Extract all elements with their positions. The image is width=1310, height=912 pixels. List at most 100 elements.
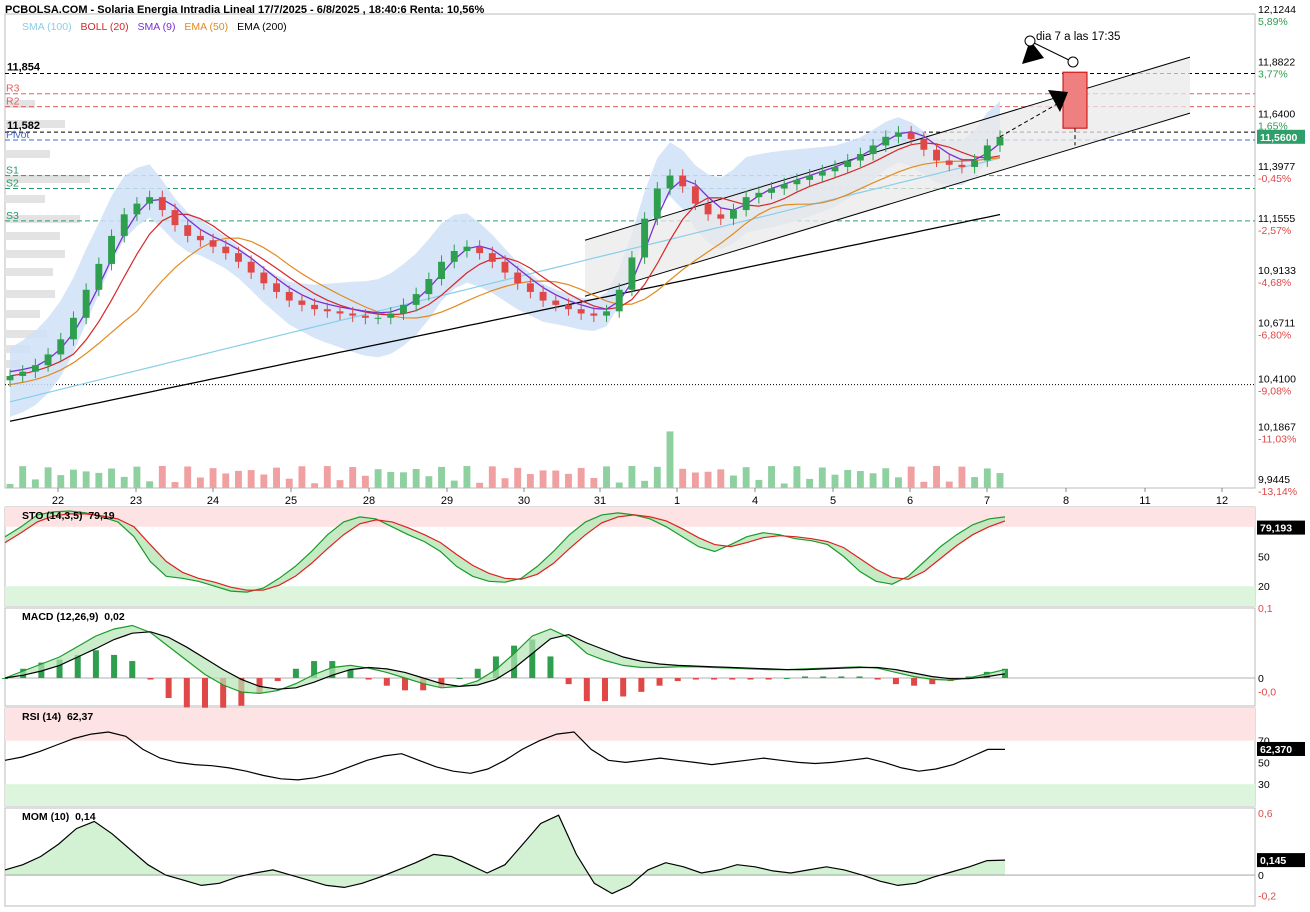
volume-bar [184,466,192,488]
y-tick-label: 10,9133 [1258,265,1296,277]
candle-body [425,279,433,295]
volume-bar [590,478,598,488]
x-tick-label: 28 [363,495,375,507]
candle-body [311,304,319,310]
panel-last-value: 0,145 [1260,855,1286,867]
macd-histogram-bar [456,678,463,679]
macd-histogram-bar [565,678,572,685]
volume-bar [615,482,623,488]
candle-body [768,188,775,193]
volume-bar [57,475,65,488]
volume-bar [730,475,737,488]
x-tick-label: 23 [130,495,142,507]
x-tick-label: 24 [207,495,219,507]
y-tick-label: 10,1867 [1258,422,1296,434]
volume-bar [450,480,458,488]
x-tick-label: 31 [594,495,606,507]
candle-body [730,210,737,219]
candle-body [856,154,864,161]
candle-body [95,263,103,290]
x-tick-label: 29 [441,495,453,507]
pct-tick-label: -2,57% [1258,225,1291,237]
mom-label: MOM (10) 0,14 [22,811,96,823]
macd-histogram-bar [674,678,681,682]
panel-last-value: 62,370 [1260,744,1292,756]
volume-bar [958,466,966,488]
macd-histogram-bar [111,654,118,678]
volume-bar [476,482,484,488]
panel-y-tick: 50 [1258,757,1270,769]
macd-histogram-bar [383,678,390,686]
candle-body [831,166,839,172]
panel-y-tick: 0 [1258,673,1264,685]
macd-histogram-bar [802,676,808,678]
y-tick-label: 12,1244 [1258,4,1296,16]
candle-body [476,246,484,254]
candle-body [235,253,242,262]
panel-y-tick: 0,6 [1258,808,1273,820]
candle-body [780,184,788,189]
pct-tick-label: 5,89% [1258,16,1288,28]
candle-body [933,149,940,161]
volume-bar [552,470,560,488]
oversold-zone [5,586,1255,606]
volume-bar [895,477,902,488]
macd-histogram-bar [638,678,645,692]
y-tick-label: 10,6711 [1258,317,1295,329]
legend-sma100: SMA (100) [22,21,72,33]
overbought-zone [5,507,1255,527]
x-tick-label: 1 [674,495,680,507]
macd-histogram-bar [711,678,718,680]
candle-body [19,371,27,376]
candle-body [133,203,141,215]
candle-body [400,304,407,314]
macd-histogram-bar [729,678,736,680]
macd-histogram-bar [602,678,608,702]
candle-body [273,283,280,292]
volume-bar [82,471,90,488]
panel-frame [4,807,1256,907]
volume-bar [387,471,395,488]
candle-body [247,261,255,273]
candle-body [501,261,509,273]
volume-bar [95,472,103,488]
x-tick-label: 8 [1063,495,1069,507]
candle-body [31,365,39,372]
volume-bar [323,466,331,488]
volume-bar [488,466,496,488]
candle-body [171,210,179,226]
macd-histogram-bar [692,678,699,680]
volume-bar [273,467,280,488]
last-price-label: 11,5600 [1260,132,1298,144]
macd-histogram-bar [147,678,154,680]
chart-title: PCBOLSA.COM - Solaria Energia Intradia L… [5,4,485,16]
annotation-handle [1067,56,1079,68]
candle-body [108,235,115,264]
volume-bar [247,470,255,488]
legend-sma9: SMA (9) [137,21,176,33]
volume-bar [361,475,369,488]
macd-histogram-bar [92,650,99,678]
candle-body [704,203,712,215]
candle-body [793,179,801,185]
volume-bar [514,467,522,488]
volume-bar [412,468,420,488]
candle-body [184,225,192,236]
x-tick-label: 5 [830,495,836,507]
y-tick-label: 11,1555 [1258,213,1295,225]
candle-body [679,175,687,187]
macd-histogram-bar [274,678,281,682]
candle-body [653,188,661,219]
pct-tick-label: -11,03% [1258,434,1296,446]
volume-profile-bar [5,195,45,203]
macd-histogram-bar [292,668,299,678]
macd-histogram-bar [820,676,827,678]
volume-bar [260,474,268,488]
volume-profile-bar [5,250,65,258]
volume-bar [691,472,699,488]
x-tick-label: 7 [984,495,990,507]
x-tick-label: 6 [907,495,913,507]
volume-bar [539,470,547,488]
panel-y-tick: 20 [1258,581,1270,593]
candle-body [971,160,979,167]
